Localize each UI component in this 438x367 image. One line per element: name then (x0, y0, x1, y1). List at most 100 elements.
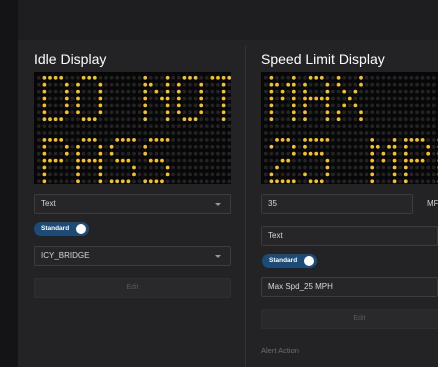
led-dot-off (221, 124, 226, 128)
led-dot-off (347, 144, 352, 149)
led-dot-off (263, 172, 268, 177)
led-dot-off (375, 179, 380, 184)
led-dot-off (431, 75, 436, 80)
led-dot-on (76, 82, 80, 87)
idle-mode-select[interactable]: Text (34, 194, 231, 214)
led-dot-off (227, 138, 231, 142)
led-dot-off (221, 131, 226, 135)
led-dot-off (59, 82, 64, 87)
led-dot-off (409, 110, 414, 115)
led-dot-on (143, 151, 148, 156)
led-dot-off (269, 158, 274, 163)
led-dot-on (154, 89, 159, 94)
led-dot-off (148, 165, 153, 170)
led-dot-off (70, 96, 75, 101)
led-dot-off (132, 179, 136, 184)
led-dot-on (165, 165, 170, 170)
led-dot-off (415, 124, 419, 128)
led-dot-off (92, 110, 97, 115)
led-dot-off (53, 124, 58, 128)
led-dot-off (347, 82, 352, 87)
led-dot-on (109, 179, 114, 184)
led-dot-off (221, 151, 226, 156)
led-dot-off (137, 144, 142, 149)
led-dot-off (398, 82, 403, 87)
led-dot-off (176, 144, 181, 149)
led-dot-off (137, 165, 142, 170)
led-dot-off (165, 151, 170, 156)
led-dot-off (148, 124, 153, 128)
led-dot-off (415, 103, 419, 108)
led-dot-off (76, 75, 80, 80)
toggle-knob (76, 224, 86, 234)
led-dot-on (165, 82, 170, 87)
led-dot-off (308, 124, 313, 128)
led-dot-off (364, 103, 369, 108)
speed-edit-button[interactable]: Edit (261, 309, 438, 329)
idle-edit-button[interactable]: Edit (34, 278, 231, 298)
led-dot-off (160, 103, 164, 108)
led-dot-off (109, 89, 114, 94)
led-dot-off (325, 151, 330, 156)
led-dot-off (64, 165, 69, 170)
led-dot-on (370, 179, 375, 184)
led-dot-off (120, 131, 125, 135)
speed-value-input[interactable]: 35 (261, 194, 413, 214)
led-dot-off (370, 124, 375, 128)
led-dot-on (216, 75, 220, 80)
led-dot-off (36, 165, 41, 170)
led-dot-on (98, 172, 103, 177)
led-dot-off (182, 103, 187, 108)
led-dot-off (137, 117, 142, 122)
led-dot-off (193, 165, 198, 170)
led-dot-on (303, 82, 307, 87)
led-dot-off (297, 151, 302, 156)
led-dot-off (409, 179, 414, 184)
led-dot-off (269, 131, 274, 135)
led-dot-off (359, 96, 363, 101)
idle-standard-toggle[interactable]: Standard (34, 222, 89, 236)
led-dot-off (263, 138, 268, 142)
led-dot-on (148, 82, 153, 87)
led-dot-off (319, 110, 324, 115)
led-dot-off (420, 124, 425, 128)
led-dot-off (120, 82, 125, 87)
led-dot-off (137, 96, 142, 101)
idle-message-select[interactable]: ICY_BRIDGE (34, 246, 231, 266)
led-dot-off (126, 165, 131, 170)
led-dot-off (154, 124, 159, 128)
led-dot-off (81, 131, 86, 135)
led-dot-off (415, 131, 419, 135)
led-dot-off (120, 144, 125, 149)
led-dot-off (275, 117, 279, 122)
speed-value-text: 35 (268, 199, 277, 208)
led-dot-off (375, 117, 380, 122)
led-dot-off (48, 172, 52, 177)
led-dot-off (115, 82, 120, 87)
led-dot-off (353, 96, 358, 101)
speed-standard-toggle[interactable]: Standard (262, 254, 317, 268)
led-dot-off (347, 158, 352, 163)
led-dot-off (115, 124, 120, 128)
led-dot-off (132, 110, 136, 115)
led-dot-off (359, 131, 363, 135)
led-dot-off (398, 165, 403, 170)
led-dot-off (280, 131, 285, 135)
led-dot-off (263, 117, 268, 122)
led-dot-off (115, 172, 120, 177)
led-dot-off (227, 131, 231, 135)
led-dot-off (325, 75, 330, 80)
speed-message-select[interactable]: Max Spd_25 MPH (261, 277, 438, 297)
led-dot-on (280, 138, 285, 142)
speed-mode-select[interactable]: Text (261, 226, 438, 246)
led-dot-off (216, 158, 220, 163)
led-dot-off (431, 165, 436, 170)
led-dot-off (403, 103, 408, 108)
led-dot-off (381, 179, 386, 184)
led-dot-off (221, 179, 226, 184)
led-dot-off (375, 96, 380, 101)
led-dot-off (36, 110, 41, 115)
led-dot-off (227, 82, 231, 87)
led-dot-off (387, 75, 391, 80)
led-dot-off (319, 82, 324, 87)
